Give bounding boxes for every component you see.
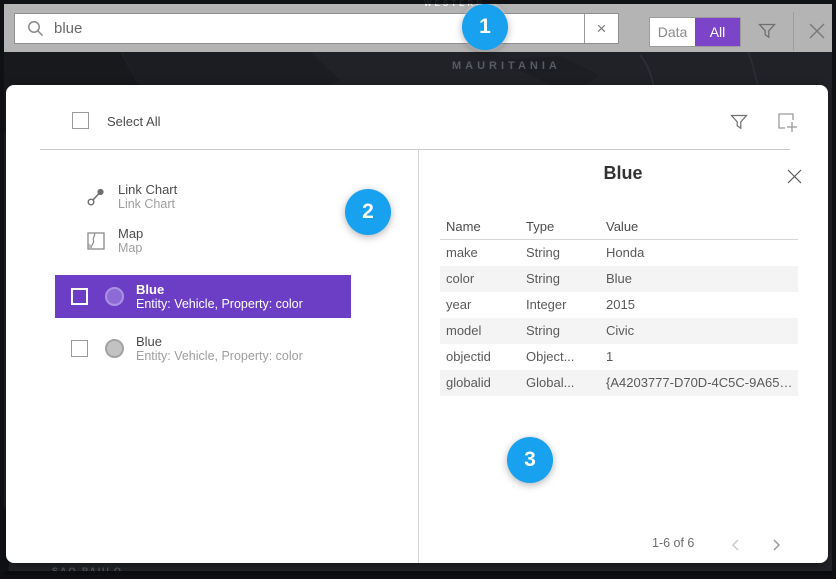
- property-value: 2015: [606, 297, 794, 312]
- select-all-checkbox[interactable]: [72, 112, 89, 129]
- callout-2: 2: [345, 189, 391, 235]
- property-type: Global...: [526, 375, 604, 390]
- results-panel: Select All Link Chart Link Chart: [6, 85, 828, 563]
- property-value: 1: [606, 349, 794, 364]
- property-type: Integer: [526, 297, 604, 312]
- chevron-right-icon: [770, 538, 782, 552]
- detail-close-button[interactable]: [782, 164, 806, 188]
- scope-option-all[interactable]: All: [695, 18, 740, 46]
- property-name: globalid: [446, 375, 524, 390]
- result-subtitle: Map: [118, 241, 143, 256]
- result-item-link-chart[interactable]: Link Chart Link Chart: [55, 175, 351, 218]
- result-item-blue-selected[interactable]: Blue Entity: Vehicle, Property: color: [55, 275, 351, 318]
- property-name: year: [446, 297, 524, 312]
- table-header: Name Type Value: [440, 217, 798, 239]
- chevron-left-icon: [730, 538, 742, 552]
- property-value: Blue: [606, 271, 794, 286]
- add-to-selection-button[interactable]: [774, 109, 800, 135]
- map-label-bottom: SAO PAULO: [52, 566, 123, 576]
- callout-1: 1: [462, 4, 508, 50]
- result-checkbox[interactable]: [71, 340, 88, 357]
- column-type: Type: [526, 219, 604, 234]
- callout-3: 3: [507, 437, 553, 483]
- property-name: color: [446, 271, 524, 286]
- result-subtitle: Entity: Vehicle, Property: color: [136, 349, 303, 364]
- next-page-button[interactable]: [764, 533, 788, 557]
- table-row: model String Civic: [440, 318, 798, 344]
- close-icon: [786, 168, 803, 185]
- search-icon: [15, 14, 54, 43]
- result-subtitle: Link Chart: [118, 197, 177, 212]
- property-type: Object...: [526, 349, 604, 364]
- property-value: Honda: [606, 245, 794, 260]
- search-scope-toggle: Data All: [649, 17, 741, 47]
- add-selection-icon: [776, 111, 798, 133]
- results-filter-button[interactable]: [726, 109, 752, 135]
- column-name: Name: [446, 219, 524, 234]
- detail-title: Blue: [418, 163, 828, 184]
- property-type: String: [526, 245, 604, 260]
- property-name: model: [446, 323, 524, 338]
- result-title: Blue: [136, 334, 303, 349]
- previous-page-button[interactable]: [724, 533, 748, 557]
- result-item-blue[interactable]: Blue Entity: Vehicle, Property: color: [55, 327, 351, 370]
- property-type: String: [526, 271, 604, 286]
- result-subtitle: Entity: Vehicle, Property: color: [136, 297, 303, 312]
- scope-option-data[interactable]: Data: [650, 18, 695, 46]
- detail-pane: Blue Name Type Value make String Honda c…: [418, 149, 828, 563]
- map-icon: [86, 231, 106, 251]
- close-search-button[interactable]: [801, 15, 833, 47]
- link-chart-icon: [86, 187, 106, 207]
- entity-circle-icon: [104, 287, 124, 307]
- close-icon: [807, 21, 827, 41]
- property-type: String: [526, 323, 604, 338]
- search-box: ×: [14, 13, 619, 44]
- table-row: objectid Object... 1: [440, 344, 798, 370]
- table-row: year Integer 2015: [440, 292, 798, 318]
- map-label-mauritania: MAURITANIA: [452, 60, 561, 72]
- property-name: objectid: [446, 349, 524, 364]
- property-name: make: [446, 245, 524, 260]
- funnel-icon: [729, 112, 749, 132]
- funnel-icon: [757, 21, 777, 41]
- search-results-window: WESTERN MAURITANIA SAO PAULO × Data All …: [0, 0, 836, 579]
- table-row: globalid Global... {A4203777-D70D-4C5C-9…: [440, 370, 798, 396]
- table-row: color String Blue: [440, 266, 798, 292]
- column-value: Value: [606, 219, 794, 234]
- select-all-label: Select All: [107, 114, 160, 129]
- property-table: make String Honda color String Blue year…: [440, 240, 798, 396]
- property-value: Civic: [606, 323, 794, 338]
- pagination-label: 1-6 of 6: [652, 536, 694, 550]
- result-title: Blue: [136, 282, 303, 297]
- result-item-map[interactable]: Map Map: [55, 219, 351, 262]
- toolbar-divider: [793, 12, 794, 50]
- entity-circle-icon: [104, 339, 124, 359]
- table-row: make String Honda: [440, 240, 798, 266]
- pagination: 1-6 of 6: [418, 533, 828, 557]
- clear-search-button[interactable]: ×: [584, 14, 618, 43]
- result-title: Map: [118, 226, 143, 241]
- search-toolbar: × Data All: [4, 4, 832, 52]
- result-title: Link Chart: [118, 182, 177, 197]
- result-checkbox[interactable]: [71, 288, 88, 305]
- filter-button[interactable]: [752, 16, 782, 46]
- property-value: {A4203777-D70D-4C5C-9A65-C...: [606, 375, 794, 390]
